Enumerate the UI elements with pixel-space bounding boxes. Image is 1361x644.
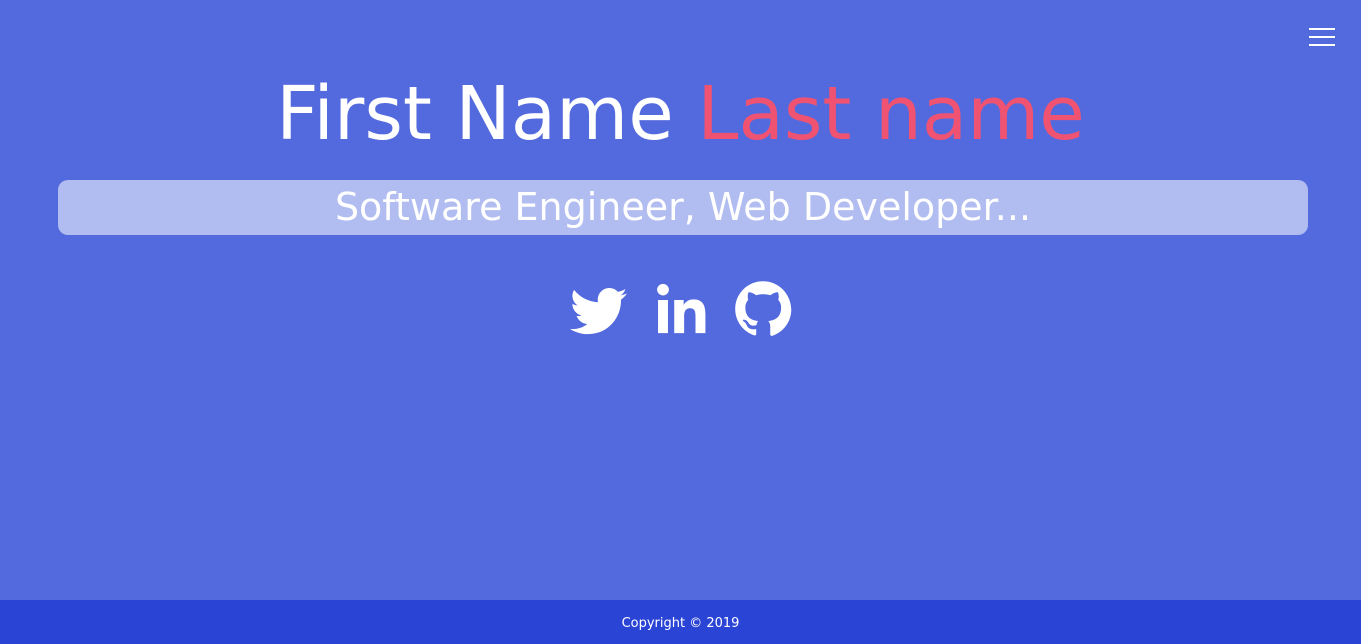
last-name: Last name xyxy=(697,71,1085,157)
linkedin-link[interactable] xyxy=(652,280,710,338)
hamburger-menu-icon[interactable] xyxy=(1309,28,1335,48)
hero-title: First Name Last name xyxy=(0,64,1361,164)
linkedin-icon xyxy=(656,283,705,334)
subtitle-banner: Software Engineer, Web Developer... xyxy=(58,180,1308,235)
social-links xyxy=(0,280,1361,338)
copyright-text: Copyright © 2019 xyxy=(621,616,740,631)
footer: Copyright © 2019 xyxy=(0,600,1361,644)
twitter-link[interactable] xyxy=(569,280,628,338)
subtitle-text: Software Engineer, Web Developer... xyxy=(334,185,1032,229)
first-name: First Name xyxy=(276,71,674,157)
twitter-icon xyxy=(569,287,627,335)
github-link[interactable] xyxy=(734,280,792,338)
github-icon xyxy=(734,281,791,336)
